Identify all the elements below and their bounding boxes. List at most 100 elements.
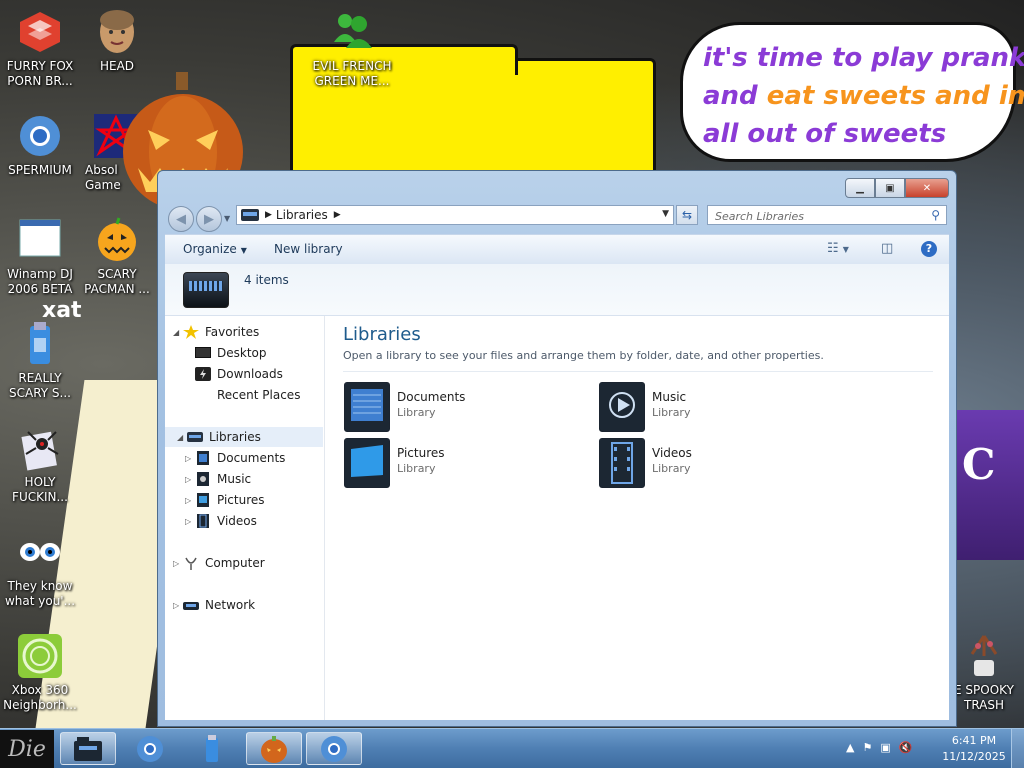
collapsed-arrow-icon[interactable]: ▷ xyxy=(173,559,183,568)
desktop-icon-scary-pacman[interactable]: SCARY PACMAN ... xyxy=(77,216,157,297)
forward-button[interactable]: ▶ xyxy=(196,206,222,232)
search-input[interactable] xyxy=(713,207,923,225)
nav-downloads[interactable]: Downloads xyxy=(195,364,283,384)
collapsed-arrow-icon[interactable]: ▷ xyxy=(185,454,195,463)
clock-date: 11/12/2025 xyxy=(942,750,1006,763)
desktop-icon-spermium[interactable]: SPERMIUM xyxy=(0,112,80,178)
action-center-icon[interactable]: ⚑ xyxy=(862,741,872,754)
nav-label: Documents xyxy=(217,451,286,465)
close-icon: ✕ xyxy=(922,182,932,194)
library-name: Pictures xyxy=(397,446,445,460)
nav-favorites[interactable]: ◢ Favorites xyxy=(173,322,259,342)
change-view-button[interactable]: ☷ ▼ xyxy=(827,241,849,256)
explorer-window[interactable]: ▁ ▣ ✕ ◀ ▶ ▼ ▶ Libraries ▶ ▼ ⇆ ⚲ Organize… xyxy=(157,170,957,727)
maximize-button[interactable]: ▣ xyxy=(875,178,905,198)
nav-documents[interactable]: ▷ Documents xyxy=(185,448,285,468)
desktop-icon-holy[interactable]: HOLY FUCKIN... xyxy=(0,424,80,505)
taskbar-usb[interactable] xyxy=(184,732,240,765)
nav-libraries[interactable]: ◢ Libraries xyxy=(165,427,323,447)
nav-label: Computer xyxy=(205,556,265,570)
collapsed-arrow-icon[interactable]: ▷ xyxy=(173,601,183,610)
nav-network[interactable]: ▷ Network xyxy=(173,595,255,615)
nav-recent-places[interactable]: Recent Places xyxy=(195,385,300,405)
volume-muted-icon[interactable]: 🔇 xyxy=(899,741,913,754)
nav-music[interactable]: ▷ Music xyxy=(185,469,251,489)
libraries-icon xyxy=(187,432,203,442)
show-desktop-button[interactable] xyxy=(1011,729,1024,768)
collapsed-arrow-icon[interactable]: ▷ xyxy=(185,475,195,484)
collapsed-arrow-icon[interactable]: ▷ xyxy=(185,496,195,505)
library-music[interactable]: Music Library xyxy=(599,382,839,432)
new-library-button[interactable]: New library xyxy=(274,242,343,256)
breadcrumb-libraries[interactable]: Libraries xyxy=(276,208,328,222)
desktop-icon-furry-fox[interactable]: FURRY FOX PORN BR... xyxy=(0,8,80,89)
clock-time: 6:41 PM xyxy=(951,734,997,747)
videos-library-icon xyxy=(599,438,645,488)
organize-label: Organize xyxy=(183,242,237,256)
nav-label: Recent Places xyxy=(217,388,301,402)
taskbar-chromium[interactable] xyxy=(122,732,178,765)
clock[interactable]: 6:41 PM 11/12/2025 xyxy=(940,733,1008,765)
messenger-icon xyxy=(334,14,372,48)
star-icon xyxy=(183,325,199,339)
speech-bubble: it's time to play pranks and eat sweets … xyxy=(680,22,1024,162)
preview-pane-button[interactable]: ◫ xyxy=(881,241,893,256)
library-documents[interactable]: Documents Library xyxy=(344,382,584,432)
address-dropdown-icon[interactable]: ▼ xyxy=(662,209,669,219)
organize-button[interactable]: Organize ▼ xyxy=(183,242,247,256)
explorer-icon xyxy=(74,736,102,761)
expanded-arrow-icon[interactable]: ◢ xyxy=(173,328,183,337)
search-box[interactable]: ⚲ xyxy=(707,205,947,225)
desktop-icon-winamp[interactable]: Winamp DJ 2006 BETA xyxy=(0,216,80,297)
minimize-button[interactable]: ▁ xyxy=(845,178,875,198)
nav-desktop[interactable]: Desktop xyxy=(195,343,267,363)
address-bar[interactable]: ▶ Libraries ▶ ▼ xyxy=(236,205,674,225)
trash-icon xyxy=(970,635,998,676)
library-videos[interactable]: Videos Library xyxy=(599,438,839,488)
recent-pages-dropdown[interactable]: ▼ xyxy=(224,214,230,223)
library-pictures[interactable]: Pictures Library xyxy=(344,438,584,488)
desktop-icon-evil-french[interactable]: EVIL FRENCH GREEN ME... xyxy=(311,8,393,89)
desktop-icon-really-scary[interactable]: REALLY SCARY S... xyxy=(0,320,80,401)
chromium-icon xyxy=(20,116,60,156)
collapsed-arrow-icon[interactable]: ▷ xyxy=(185,517,195,526)
show-hidden-icons-icon[interactable]: ▲ xyxy=(846,741,854,754)
window-controls: ▁ ▣ ✕ xyxy=(845,178,949,198)
help-button[interactable]: ? xyxy=(921,241,937,257)
desktop-icon-label: EVIL FRENCH GREEN ME... xyxy=(312,59,392,88)
desktop-icon-they-know[interactable]: They know what you'... xyxy=(0,528,80,609)
start-button[interactable]: Die xyxy=(0,730,54,768)
bubble-line-1: it's time to play pranks xyxy=(703,43,1024,73)
libraries-large-icon xyxy=(183,272,229,308)
back-button[interactable]: ◀ xyxy=(168,206,194,232)
taskbar-explorer[interactable] xyxy=(60,732,116,765)
library-name: Music xyxy=(652,390,687,404)
desktop-icon-label: SPERMIUM xyxy=(8,163,72,177)
expanded-arrow-icon[interactable]: ◢ xyxy=(177,433,187,442)
library-type: Library xyxy=(652,462,691,475)
nav-label: Downloads xyxy=(217,367,283,381)
search-icon[interactable]: ⚲ xyxy=(931,208,940,222)
nav-pictures[interactable]: ▷ Pictures xyxy=(185,490,265,510)
preview-pane-icon: ◫ xyxy=(881,241,894,256)
desktop-icon-xbox[interactable]: Xbox 360 Neighborh... xyxy=(0,632,80,713)
desktop-icon-head[interactable]: HEAD xyxy=(77,8,157,74)
nav-computer[interactable]: ▷ Computer xyxy=(173,553,265,573)
breadcrumb-arrow-icon[interactable]: ▶ xyxy=(334,210,341,220)
usb-icon xyxy=(206,734,218,762)
taskbar-chromium-2[interactable] xyxy=(306,732,362,765)
xbox-icon xyxy=(18,634,62,678)
nav-videos[interactable]: ▷ Videos xyxy=(185,511,257,531)
videos-icon xyxy=(197,514,209,528)
nav-label: Favorites xyxy=(205,325,260,339)
network-icon[interactable]: ▣ xyxy=(880,741,890,754)
desktop-icon-label: Winamp DJ 2006 BETA xyxy=(7,267,73,296)
libraries-icon xyxy=(241,209,259,221)
taskbar-pumpkin[interactable] xyxy=(246,732,302,765)
refresh-button[interactable]: ⇆ xyxy=(676,205,698,225)
downloads-icon xyxy=(195,367,211,381)
close-button[interactable]: ✕ xyxy=(905,178,949,198)
system-tray: ▲ ⚑ ▣ 🔇 xyxy=(846,741,912,754)
library-name: Documents xyxy=(397,390,466,404)
chevron-down-icon: ▼ xyxy=(842,245,849,254)
